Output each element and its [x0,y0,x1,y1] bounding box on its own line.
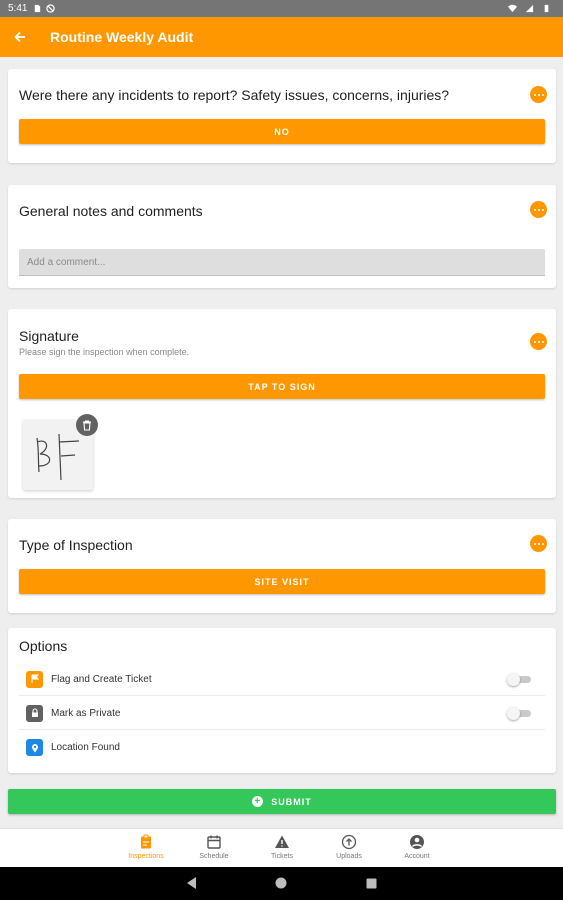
option-mark-private[interactable]: Mark as Private [19,697,545,730]
nav-label: Inspections [128,853,164,860]
flag-toggle[interactable] [507,672,531,686]
private-toggle[interactable] [507,706,531,720]
options-title: Options [19,638,68,654]
system-recents-icon[interactable] [366,878,377,889]
nav-label: Tickets [271,853,293,860]
question-card-notes: General notes and comments [8,185,556,288]
bottom-navigation: Inspections Schedule Tickets Uploads Acc… [0,828,563,867]
nav-inspections[interactable]: Inspections [116,834,176,860]
arrow-back-icon [14,31,25,43]
submit-button[interactable]: + SUBMIT [8,789,556,814]
nav-uploads[interactable]: Uploads [319,834,379,860]
location-pin-icon [26,739,43,756]
nav-account[interactable]: Account [387,834,447,860]
option-label: Location Found [51,742,120,753]
comment-input[interactable] [19,249,545,275]
question-subtitle: Please sign the inspection when complete… [19,347,190,357]
question-card-incidents: Were there any incidents to report? Safe… [8,69,556,163]
account-icon [410,835,424,849]
battery-icon [544,4,549,13]
lock-icon [26,704,43,722]
submit-label: SUBMIT [271,796,312,807]
option-label: Flag and Create Ticket [51,673,152,685]
question-title: Type of Inspection [19,537,133,553]
upload-icon [341,834,357,850]
more-options-icon[interactable] [530,201,547,218]
question-card-signature: Signature Please sign the inspection whe… [8,309,556,498]
no-disturb-icon [46,4,56,13]
warning-icon [275,835,289,848]
signal-icon [525,4,534,13]
app-bar: Routine Weekly Audit [0,17,563,57]
options-card: Options Flag and Create Ticket Mark as P… [8,628,556,773]
nav-schedule[interactable]: Schedule [184,834,244,860]
add-circle-icon: + [252,796,264,807]
system-home-icon[interactable] [275,877,287,889]
calendar-icon [207,835,221,849]
system-navigation-bar [0,867,563,900]
page-title: Routine Weekly Audit [50,29,194,45]
tap-to-sign-button[interactable]: TAP TO SIGN [19,374,545,399]
answer-button-site-visit[interactable]: SITE VISIT [19,569,545,594]
question-title: Were there any incidents to report? Safe… [19,87,450,103]
flag-icon [26,670,43,688]
system-back-icon[interactable] [186,876,198,890]
back-button[interactable] [0,17,40,57]
option-label: Mark as Private [51,707,121,719]
more-options-icon[interactable] [530,535,547,552]
nav-tickets[interactable]: Tickets [252,834,312,860]
delete-signature-button[interactable] [76,414,98,436]
status-time: 5:41 [8,3,28,14]
option-flag-create-ticket[interactable]: Flag and Create Ticket [19,663,545,696]
clipboard-icon [141,834,151,849]
answer-button-no[interactable]: NO [19,119,545,144]
trash-icon [83,419,91,431]
option-location-found: Location Found [19,731,545,764]
nav-label: Account [404,853,430,860]
question-title: Signature [19,328,79,344]
question-title: General notes and comments [19,203,203,219]
wifi-icon [508,4,517,13]
more-options-icon[interactable] [530,86,547,103]
question-card-inspection-type: Type of Inspection SITE VISIT [8,519,556,613]
sim-card-icon [35,4,41,13]
nav-label: Uploads [336,853,362,860]
nav-label: Schedule [199,853,229,860]
status-bar: 5:41 [0,0,563,17]
comment-field[interactable] [19,249,545,276]
more-options-icon[interactable] [530,333,547,350]
